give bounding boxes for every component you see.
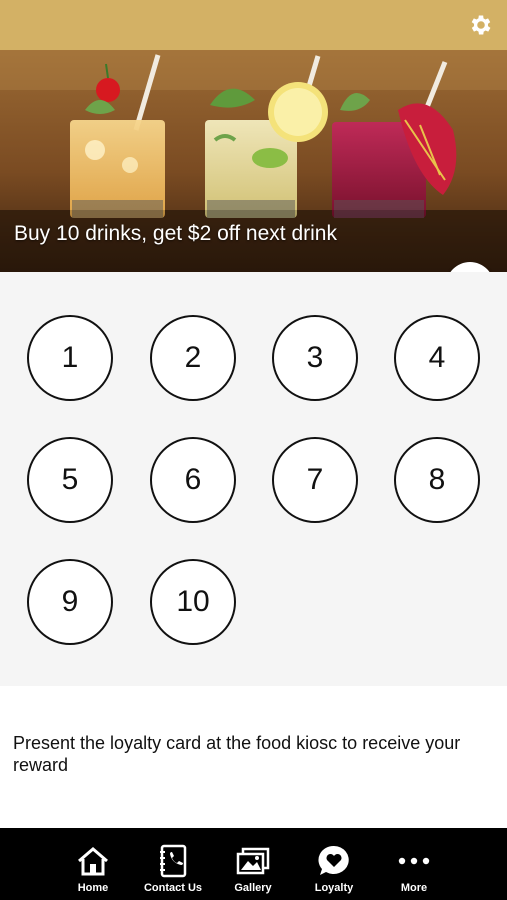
stamp-4[interactable]: 4: [394, 315, 480, 401]
nav-home[interactable]: Home: [53, 828, 133, 900]
nav-loyalty-label: Loyalty: [314, 882, 354, 894]
nav-loyalty[interactable]: Loyalty: [294, 828, 374, 900]
contact-book-icon: [160, 844, 187, 878]
heart-bubble-icon: [318, 845, 349, 875]
nav-more[interactable]: More: [374, 828, 454, 900]
stamp-6[interactable]: 6: [150, 437, 236, 523]
stamp-10[interactable]: 10: [150, 559, 236, 645]
nav-contact-us[interactable]: Contact Us: [133, 828, 213, 900]
stamp-5[interactable]: 5: [27, 437, 113, 523]
nav-contact-us-label: Contact Us: [143, 882, 203, 894]
stamp-2[interactable]: 2: [150, 315, 236, 401]
nav-gallery[interactable]: Gallery: [213, 828, 293, 900]
stamp-9[interactable]: 9: [27, 559, 113, 645]
stamp-3[interactable]: 3: [272, 315, 358, 401]
promo-title: Buy 10 drinks, get $2 off next drink: [14, 222, 337, 245]
nav-gallery-label: Gallery: [234, 882, 272, 894]
top-bar: [0, 0, 507, 50]
bottom-navigation: Home Contact Us Gallery Loyalty More: [0, 828, 507, 900]
stamp-8[interactable]: 8: [394, 437, 480, 523]
home-icon: [78, 847, 108, 876]
stamp-1[interactable]: 1: [27, 315, 113, 401]
reward-instructions: Present the loyalty card at the food kio…: [13, 733, 461, 775]
gallery-icon: [236, 847, 270, 875]
nav-home-label: Home: [77, 882, 109, 894]
settings-button[interactable]: [467, 11, 495, 39]
stamp-7[interactable]: 7: [272, 437, 358, 523]
loyalty-stamp-grid: 1 2 3 4 5 6 7 8 9 10: [0, 272, 507, 686]
nav-more-label: More: [400, 882, 428, 894]
more-dots-icon: [398, 857, 430, 865]
promo-banner: Buy 10 drinks, get $2 off next drink: [0, 50, 507, 272]
gear-icon: [471, 15, 491, 35]
loyalty-screen: Buy 10 drinks, get $2 off next drink 1 2…: [0, 0, 507, 900]
